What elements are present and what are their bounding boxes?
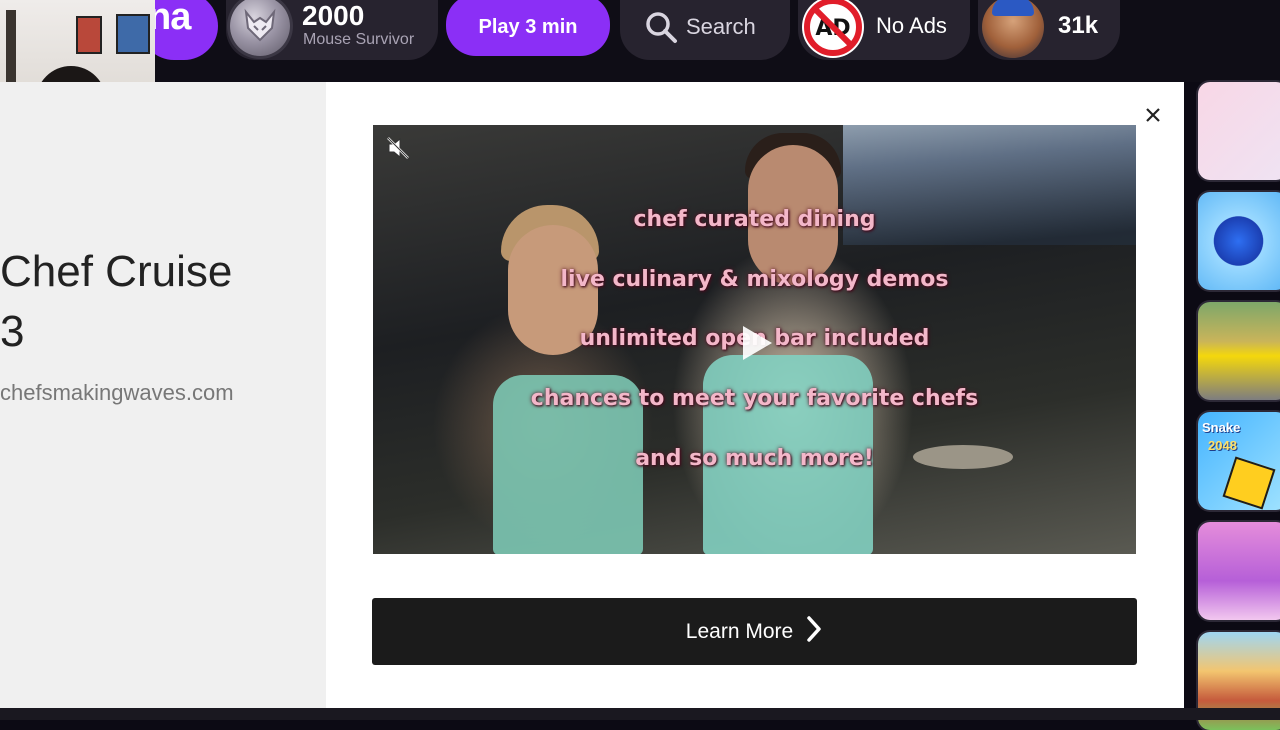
video-overlay-line: chances to meet your favorite chefs (530, 386, 979, 411)
game-thumbnail[interactable] (1198, 82, 1280, 180)
game-thumbnails: Snake 2048 (1198, 82, 1280, 730)
no-ads-button[interactable]: AD No Ads (798, 0, 970, 60)
search-icon (644, 10, 678, 49)
video-overlay-line: chef curated dining (633, 207, 876, 232)
ad-modal: chef curated dining live culinary & mixo… (326, 82, 1184, 708)
learn-more-button[interactable]: Learn More (372, 598, 1137, 665)
ad-title: Chef Cruise 3 (0, 242, 320, 362)
game-thumbnail[interactable] (1198, 522, 1280, 620)
game-thumbnail[interactable] (1198, 302, 1280, 400)
close-icon[interactable] (1142, 104, 1164, 126)
game-thumbnail[interactable] (1198, 192, 1280, 290)
game-thumbnail[interactable]: Snake 2048 (1198, 412, 1280, 510)
ad-info-panel: Chef Cruise 3 chefsmakingwaves.com (0, 82, 326, 708)
learn-more-label: Learn More (685, 619, 794, 643)
avatar (982, 0, 1044, 58)
top-bar: na 2000 Mouse Survivor Play 3 min Search… (0, 0, 1280, 82)
ad-video[interactable]: chef curated dining live culinary & mixo… (373, 125, 1136, 554)
play-icon[interactable] (739, 323, 775, 368)
badge-score: 2000 (302, 0, 365, 31)
ad-title-line1: Chef Cruise (0, 247, 233, 296)
search-button[interactable]: Search (620, 0, 790, 60)
badge-game-name: Mouse Survivor (303, 31, 415, 48)
mute-icon[interactable] (385, 135, 411, 166)
play-3-min-button[interactable]: Play 3 min (446, 0, 610, 56)
user-count: 31k (1058, 12, 1099, 39)
search-label: Search (686, 14, 756, 39)
user-profile-button[interactable]: 31k (978, 0, 1120, 60)
video-overlay-line: and so much more! (635, 446, 874, 471)
video-overlay-line: live culinary & mixology demos (560, 267, 949, 292)
no-ads-icon: AD (802, 0, 864, 58)
ad-domain: chefsmakingwaves.com (0, 380, 234, 405)
chevron-right-icon (805, 615, 823, 649)
ad-title-line2: 3 (0, 307, 25, 356)
bottom-edge (0, 708, 1280, 720)
game-thumbnail-title: Snake (1202, 420, 1241, 435)
no-ads-label: No Ads (876, 13, 947, 38)
game-thumbnail-subtitle: 2048 (1208, 438, 1237, 453)
fox-badge-icon (230, 0, 290, 56)
achievement-badge[interactable]: 2000 Mouse Survivor (226, 0, 438, 60)
